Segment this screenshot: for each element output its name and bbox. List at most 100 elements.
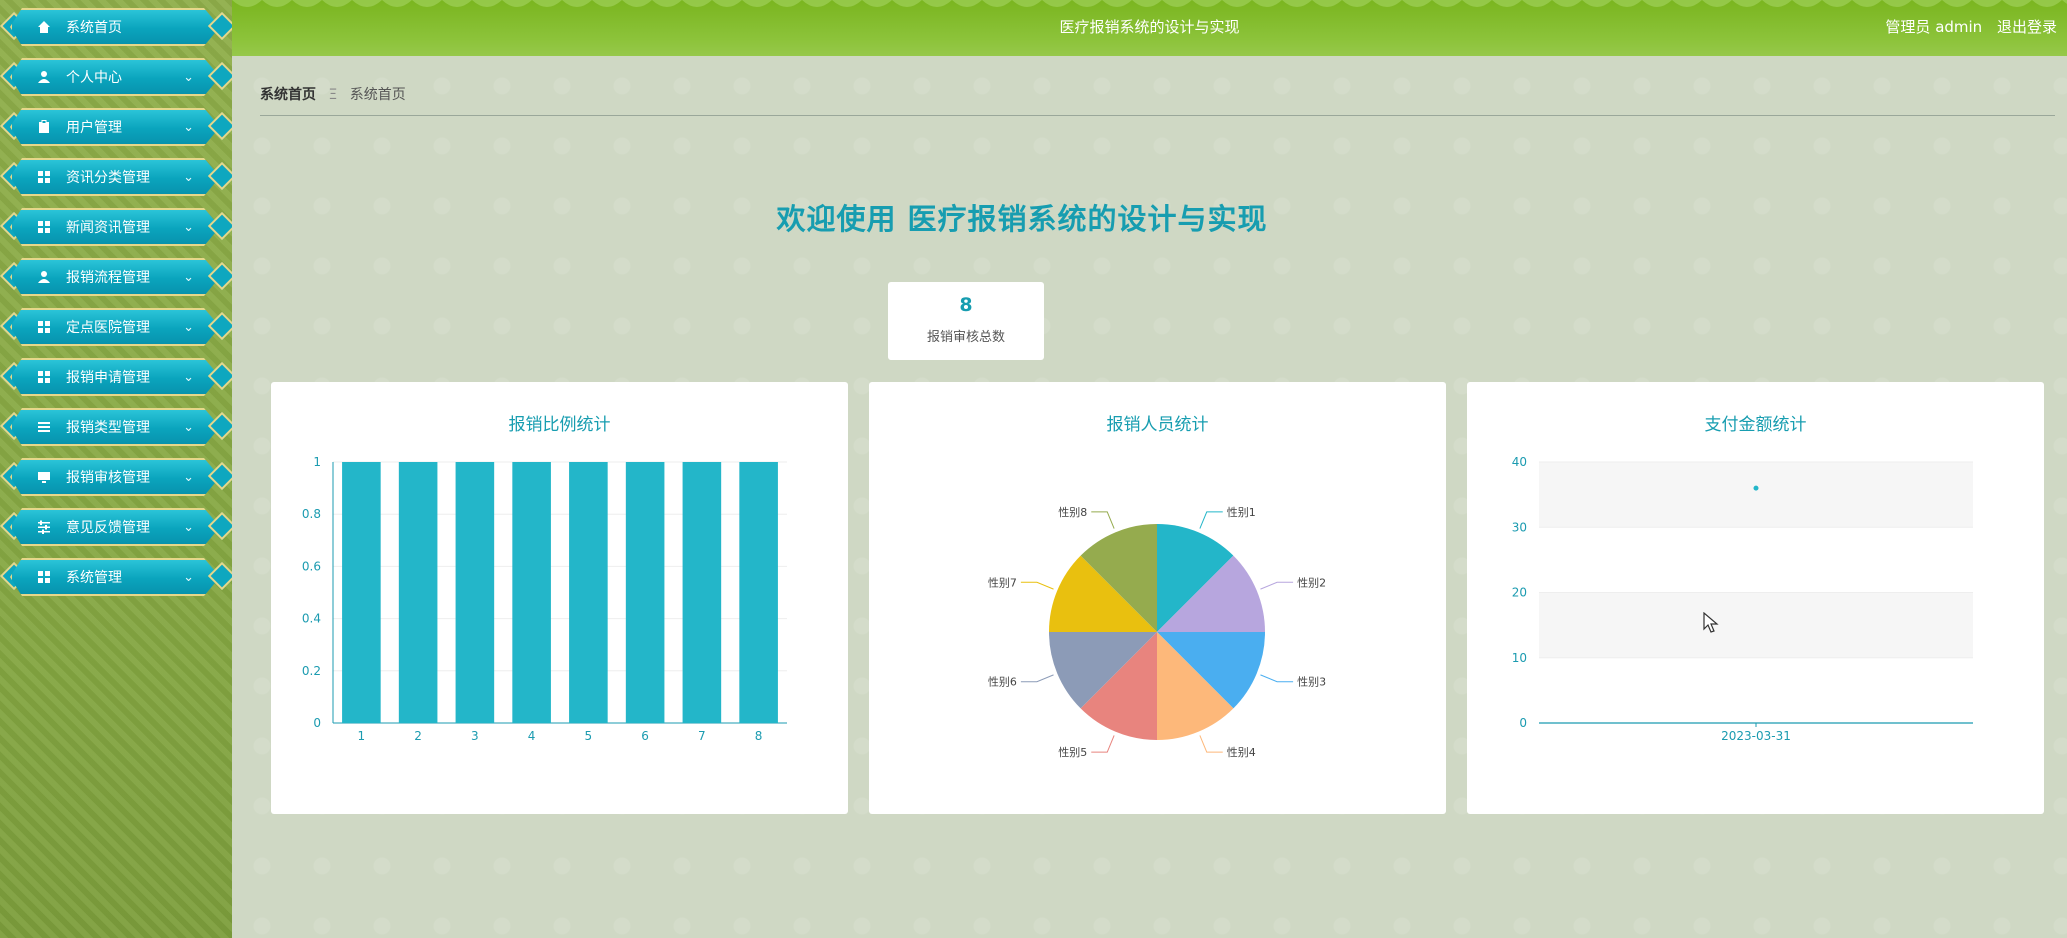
chevron-down-icon: ⌄ <box>183 419 194 435</box>
sidebar-item-label: 系统首页 <box>66 20 122 36</box>
sidebar-item-8[interactable]: 报销申请管理 ⌄ <box>10 358 220 396</box>
pie-chart-panel: 报销人员统计 性别1 性别2 性别3 性别4 性别5 性别6 性别7 性别8 <box>869 382 1446 814</box>
bar-chart: 0 0.2 0.4 0.6 0.8 1 1 2 3 4 5 6 7 8 <box>302 455 787 743</box>
y-tick-label: 0.4 <box>302 612 321 626</box>
grid-icon <box>36 319 52 335</box>
bar <box>455 462 495 723</box>
sidebar-menu-row: 系统首页 <box>0 7 232 51</box>
person-icon <box>36 69 52 85</box>
sidebar-item-2[interactable]: 个人中心 ⌄ <box>10 58 220 96</box>
y-tick-label: 0.6 <box>302 559 321 573</box>
breadcrumb: 系统首页 Ξ 系统首页 <box>260 84 406 104</box>
pie-label: 性别5 <box>1058 745 1087 759</box>
sidebar-item-5[interactable]: 新闻资讯管理 ⌄ <box>10 208 220 246</box>
sidebar-item-3[interactable]: 用户管理 ⌄ <box>10 108 220 146</box>
user-area: 管理员 admin 退出登录 <box>1875 16 2057 37</box>
sidebar-item-11[interactable]: 意见反馈管理 ⌄ <box>10 508 220 546</box>
list-icon <box>36 419 52 435</box>
chevron-down-icon: ⌄ <box>183 319 194 335</box>
pie-label: 性别2 <box>1297 575 1326 589</box>
x-tick-label: 5 <box>585 729 593 743</box>
sidebar-menu-row: 意见反馈管理 ⌄ <box>0 507 232 551</box>
pie-label: 性别8 <box>1058 505 1087 519</box>
sidebar-item-12[interactable]: 系统管理 ⌄ <box>10 558 220 596</box>
pie-chart: 性别1 性别2 性别3 性别4 性别5 性别6 性别7 性别8 <box>988 505 1326 759</box>
sidebar-item-6[interactable]: 报销流程管理 ⌄ <box>10 258 220 296</box>
y-tick-label: 0 <box>1519 716 1527 730</box>
sidebar-item-4[interactable]: 资讯分类管理 ⌄ <box>10 158 220 196</box>
logout-link[interactable]: 退出登录 <box>1997 18 2057 36</box>
person-icon <box>36 269 52 285</box>
top-header: 医疗报销系统的设计与实现 管理员 admin 退出登录 <box>232 0 2067 56</box>
breadcrumb-current: 系统首页 <box>349 87 406 103</box>
chevron-down-icon: ⌄ <box>183 169 194 185</box>
sidebar-item-label: 新闻资讯管理 <box>66 220 150 236</box>
chevron-down-icon: ⌄ <box>183 269 194 285</box>
bar-chart-panel: 报销比例统计 0 0.2 0.4 0.6 0.8 1 1 2 3 4 5 6 7 8 <box>271 382 848 814</box>
y-tick-label: 0 <box>313 716 321 730</box>
x-tick-label: 3 <box>471 729 479 743</box>
sidebar-menu-row: 报销申请管理 ⌄ <box>0 357 232 401</box>
sidebar-item-label: 报销流程管理 <box>66 270 150 286</box>
chevron-down-icon: ⌄ <box>183 469 194 485</box>
pie-label-line <box>1020 674 1054 683</box>
y-tick-label: 10 <box>1512 651 1527 665</box>
chevron-down-icon: ⌄ <box>183 369 194 385</box>
y-tick-label: 20 <box>1512 586 1527 600</box>
sidebar-item-label: 定点医院管理 <box>66 320 150 336</box>
sliders-icon <box>36 519 52 535</box>
y-tick-label: 40 <box>1512 455 1527 469</box>
sidebar-menu-row: 报销类型管理 ⌄ <box>0 407 232 451</box>
x-tick-label: 2023-03-31 <box>1721 729 1791 743</box>
pie-label: 性别7 <box>988 575 1017 589</box>
sidebar: 系统首页 个人中心 ⌄ 用户管理 ⌄ 资讯分类管理 ⌄ 新闻资讯管理 ⌄ 报销流程管理 ⌄ 定点医院管… <box>0 0 232 938</box>
y-tick-label: 1 <box>313 455 321 469</box>
welcome-heading: 欢迎使用 医疗报销系统的设计与实现 <box>776 202 1268 236</box>
scatter-point <box>1753 485 1759 491</box>
scatter-chart-panel: 支付金额统计 0 10 20 30 40 2023-03-31 <box>1467 382 2044 814</box>
y-tick-label: 0.8 <box>302 507 321 521</box>
sidebar-menu-row: 新闻资讯管理 ⌄ <box>0 207 232 251</box>
bar <box>398 462 438 723</box>
sidebar-menu-row: 用户管理 ⌄ <box>0 107 232 151</box>
x-tick-label: 7 <box>698 729 706 743</box>
x-tick-label: 6 <box>641 729 649 743</box>
pie-label-line <box>1091 735 1115 753</box>
mouse-cursor-icon <box>1703 612 1719 633</box>
pie-label-line <box>1091 511 1115 529</box>
sidebar-menu-row: 报销流程管理 ⌄ <box>0 257 232 301</box>
review-total-card: 8 报销审核总数 <box>888 282 1044 360</box>
scatter-chart: 0 10 20 30 40 2023-03-31 <box>1512 455 1973 743</box>
pie-label-line <box>1260 581 1294 590</box>
grid-icon <box>36 219 52 235</box>
monitor-icon <box>36 469 52 485</box>
bar <box>512 462 551 723</box>
sidebar-item-7[interactable]: 定点医院管理 ⌄ <box>10 308 220 346</box>
bar <box>569 462 608 723</box>
sidebar-menu-row: 系统管理 ⌄ <box>0 557 232 601</box>
x-tick-label: 2 <box>414 729 422 743</box>
main-content: 系统首页 Ξ 系统首页 欢迎使用 医疗报销系统的设计与实现 8 报销审核总数 报… <box>232 56 2067 938</box>
pie-label: 性别3 <box>1297 675 1326 689</box>
sidebar-item-9[interactable]: 报销类型管理 ⌄ <box>10 408 220 446</box>
user-role-label[interactable]: 管理员 admin <box>1885 18 1982 36</box>
chevron-down-icon: ⌄ <box>183 519 194 535</box>
sidebar-item-label: 资讯分类管理 <box>66 170 150 186</box>
grid-icon <box>36 369 52 385</box>
breadcrumb-root[interactable]: 系统首页 <box>260 87 316 103</box>
pie-label: 性别4 <box>1227 745 1256 759</box>
x-tick-label: 1 <box>358 729 366 743</box>
chevron-down-icon: ⌄ <box>183 119 194 135</box>
sidebar-item-label: 系统管理 <box>66 570 122 586</box>
x-tick-label: 8 <box>755 729 763 743</box>
grid-icon <box>36 169 52 185</box>
breadcrumb-divider <box>260 115 2055 116</box>
chevron-down-icon: ⌄ <box>183 69 194 85</box>
sidebar-item-label: 报销申请管理 <box>66 370 150 386</box>
header-wave-decoration <box>232 0 2067 7</box>
pie-label-line <box>1260 674 1294 683</box>
sidebar-item-10[interactable]: 报销审核管理 ⌄ <box>10 458 220 496</box>
sidebar-item-1[interactable]: 系统首页 <box>10 8 220 46</box>
sidebar-menu-row: 报销审核管理 ⌄ <box>0 457 232 501</box>
sidebar-item-label: 用户管理 <box>66 120 122 136</box>
